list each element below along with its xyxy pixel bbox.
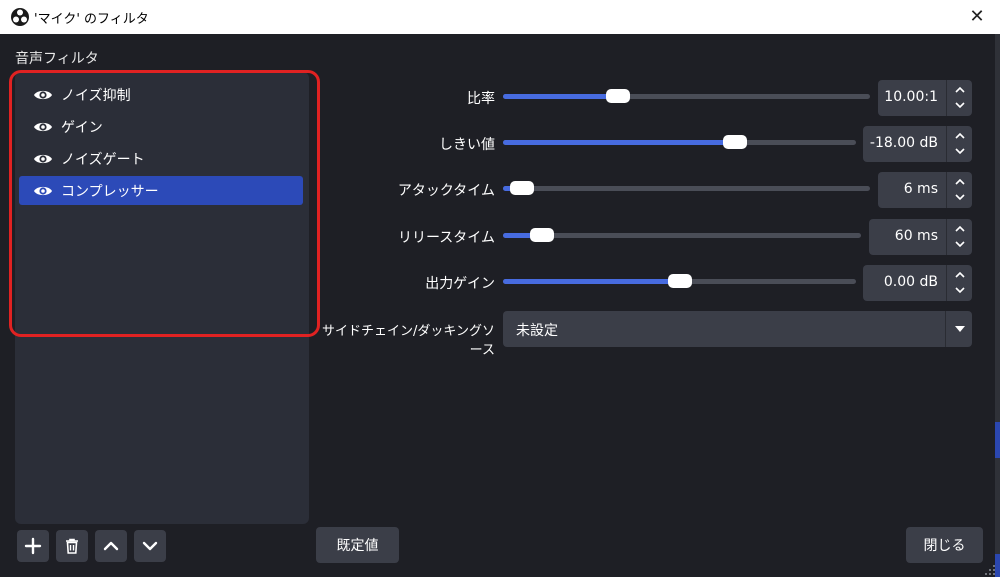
release-time-label: リリースタイム	[397, 230, 495, 246]
sidechain-source-select[interactable]: 未設定	[503, 311, 972, 347]
release-time-value: 60 ms	[894, 228, 938, 244]
close-button[interactable]: 閉じる	[906, 527, 983, 563]
chevron-up-icon[interactable]	[954, 270, 966, 280]
audio-filters-label: 音声フィルタ	[15, 51, 99, 67]
chevron-down-icon[interactable]	[954, 146, 966, 156]
obs-logo-icon	[11, 8, 29, 26]
move-filter-up-button[interactable]	[95, 530, 127, 562]
attack-time-value: 6 ms	[903, 181, 938, 197]
threshold-slider[interactable]	[503, 135, 856, 149]
slider-handle[interactable]	[668, 274, 692, 288]
output-gain-value: 0.00 dB	[883, 274, 938, 290]
ratio-slider[interactable]	[503, 89, 870, 103]
title-bar: 'マイク' のフィルタ ✕	[0, 0, 1000, 34]
chevron-up-icon[interactable]	[954, 85, 966, 95]
sidechain-source-value: 未設定	[516, 323, 558, 339]
slider-handle[interactable]	[606, 89, 630, 103]
close-icon[interactable]: ✕	[962, 4, 992, 30]
move-filter-down-button[interactable]	[134, 530, 166, 562]
frame-accent	[995, 422, 1000, 458]
annotation-highlight-box	[9, 70, 320, 337]
chevron-down-icon[interactable]	[954, 285, 966, 295]
chevron-up-icon[interactable]	[954, 177, 966, 187]
chevron-down-icon[interactable]	[954, 192, 966, 202]
output-gain-spinbox[interactable]: 0.00 dB	[863, 265, 972, 301]
slider-fill	[503, 279, 680, 284]
ratio-spinbox[interactable]: 10.00:1	[878, 80, 972, 116]
caret-down-icon	[955, 326, 965, 332]
output-gain-label: 出力ゲイン	[425, 276, 495, 292]
chevron-up-icon[interactable]	[954, 224, 966, 234]
release-time-slider[interactable]	[503, 228, 861, 242]
resize-grip-icon[interactable]	[982, 562, 996, 576]
release-time-spinbox[interactable]: 60 ms	[869, 219, 972, 255]
defaults-button[interactable]: 既定値	[316, 527, 399, 563]
ratio-label: 比率	[467, 91, 495, 107]
chevron-up-icon[interactable]	[954, 131, 966, 141]
attack-time-spinbox[interactable]: 6 ms	[878, 172, 972, 208]
remove-filter-button[interactable]	[56, 530, 88, 562]
plus-icon	[24, 537, 42, 555]
chevron-down-icon[interactable]	[954, 100, 966, 110]
sidechain-source-label: サイドチェイン/ダッキングソース	[322, 324, 495, 358]
chevron-down-icon	[142, 541, 158, 551]
slider-fill	[503, 140, 735, 145]
slider-handle[interactable]	[723, 135, 747, 149]
attack-time-label: アタックタイム	[397, 183, 495, 199]
add-filter-button[interactable]	[17, 530, 49, 562]
chevron-down-icon[interactable]	[954, 239, 966, 249]
attack-time-slider[interactable]	[503, 181, 870, 195]
threshold-value: -18.00 dB	[869, 135, 938, 151]
window-frame-edge	[995, 34, 1000, 577]
ratio-value: 10.00:1	[884, 89, 938, 105]
slider-fill	[503, 94, 618, 99]
output-gain-slider[interactable]	[503, 274, 856, 288]
window-title: 'マイク' のフィルタ	[34, 12, 149, 27]
slider-handle[interactable]	[510, 181, 534, 195]
slider-handle[interactable]	[530, 228, 554, 242]
chevron-up-icon	[103, 541, 119, 551]
threshold-label: しきい値	[439, 137, 495, 153]
threshold-spinbox[interactable]: -18.00 dB	[863, 126, 972, 162]
trash-icon	[66, 538, 78, 554]
